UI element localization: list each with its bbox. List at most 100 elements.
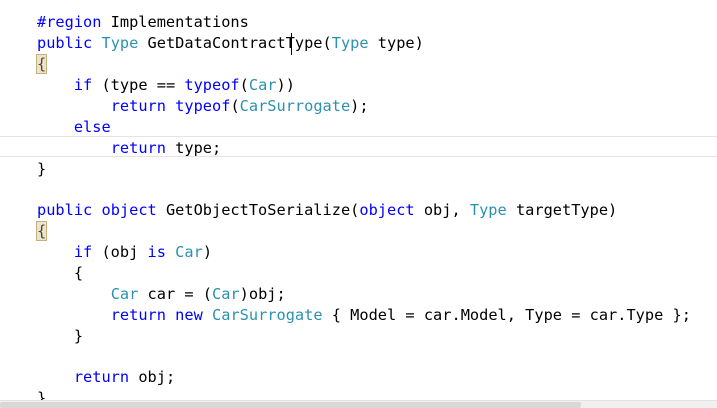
code-token: Car xyxy=(248,76,277,94)
code-line-text: return new CarSurrogate { Model = car.Mo… xyxy=(37,305,691,326)
code-line: { xyxy=(0,54,717,75)
code-token: { xyxy=(37,264,84,282)
code-token: is xyxy=(147,243,166,261)
code-line: return type; xyxy=(0,138,717,159)
code-token: )) xyxy=(276,76,295,94)
code-area[interactable]: #region Implementations public Type GetDa… xyxy=(0,0,717,400)
code-line-text: return obj; xyxy=(37,367,175,388)
code-line-text: { xyxy=(35,221,48,242)
code-token: if xyxy=(73,76,93,94)
code-token: car = ( xyxy=(138,285,213,303)
horizontal-scrollbar[interactable] xyxy=(0,400,717,408)
code-line: else xyxy=(0,117,717,138)
code-line-text: { xyxy=(35,54,48,75)
code-token: typeof xyxy=(184,76,240,94)
code-line: Car car = (Car)obj; xyxy=(0,284,717,305)
code-token: (obj xyxy=(92,243,148,261)
code-line: return obj; xyxy=(0,367,717,388)
code-line-text: #region Implementations xyxy=(37,12,249,33)
code-token: } xyxy=(37,160,47,178)
code-line-text: else xyxy=(37,117,111,138)
code-line-text: if (obj is Car) xyxy=(37,242,212,263)
code-token: obj; xyxy=(129,368,176,386)
code-line-text: return type; xyxy=(37,138,222,159)
code-token: Implementations xyxy=(101,13,249,31)
code-token: new xyxy=(175,306,203,324)
code-token: if xyxy=(73,243,93,261)
code-token: Car xyxy=(175,243,203,261)
code-token: return xyxy=(73,368,130,386)
code-line: } xyxy=(0,388,717,400)
code-line-text: return typeof(CarSurrogate); xyxy=(37,96,369,117)
code-line: { xyxy=(0,221,717,242)
code-token: Type xyxy=(469,201,507,219)
code-token: Car xyxy=(212,285,240,303)
code-line: { xyxy=(0,263,717,284)
code-line-text: public object GetObjectToSerialize(objec… xyxy=(37,200,617,221)
code-token: CarSurrogate xyxy=(239,97,351,115)
code-line-text: } xyxy=(37,326,83,347)
code-line: } xyxy=(0,159,717,180)
code-line: return typeof(CarSurrogate); xyxy=(0,96,717,117)
code-token: obj, xyxy=(414,201,470,219)
code-token: GetObjectToSerialize( xyxy=(156,201,360,219)
text-cursor xyxy=(291,33,292,55)
code-line-text: Car car = (Car)obj; xyxy=(37,284,286,305)
code-token: object xyxy=(101,201,157,219)
code-line: public Type GetDataContractType(Type typ… xyxy=(0,33,717,54)
code-token: ); xyxy=(350,97,369,115)
code-line: #region Implementations xyxy=(0,12,717,33)
code-token: return xyxy=(110,139,166,157)
code-line-text: } xyxy=(37,388,46,400)
code-line: if (obj is Car) xyxy=(0,242,717,263)
code-token: ( xyxy=(230,97,240,115)
code-token: public xyxy=(37,201,93,219)
code-token: } xyxy=(37,327,84,345)
matched-brace-highlight: { xyxy=(35,54,48,74)
code-token: return xyxy=(110,97,166,115)
code-line-text: if (type == typeof(Car)) xyxy=(37,75,295,96)
code-token: typeof xyxy=(175,97,231,115)
code-token: GetDataContractType( xyxy=(138,34,332,52)
code-line-text: { xyxy=(37,263,83,284)
code-token: targetType) xyxy=(506,201,618,219)
code-token: } xyxy=(37,389,47,400)
code-token: else xyxy=(73,118,111,136)
code-token: { Model = car.Model, Type = car.Type }; xyxy=(322,306,691,324)
code-line: public object GetObjectToSerialize(objec… xyxy=(0,200,717,221)
code-token: type; xyxy=(165,139,222,157)
code-token: return xyxy=(110,306,166,324)
code-token: CarSurrogate xyxy=(212,306,323,324)
code-token: )obj; xyxy=(239,285,286,303)
code-token: ) xyxy=(202,243,213,261)
code-token: (type == xyxy=(92,76,185,94)
code-token: type) xyxy=(368,34,424,52)
code-token: Car xyxy=(110,285,139,303)
code-token: Type xyxy=(331,34,369,52)
code-line: } xyxy=(0,326,717,347)
scrollbar-thumb[interactable] xyxy=(0,402,581,408)
code-editor[interactable]: #region Implementations public Type GetDa… xyxy=(0,0,717,408)
code-token: public xyxy=(37,34,93,52)
code-token: #region xyxy=(37,13,102,31)
code-token: ( xyxy=(239,76,249,94)
code-line: return new CarSurrogate { Model = car.Mo… xyxy=(0,305,717,326)
matched-brace-highlight: { xyxy=(35,221,48,241)
code-token: Type xyxy=(101,34,139,52)
code-line-text: } xyxy=(37,159,46,180)
code-line-text: public Type GetDataContractType(Type typ… xyxy=(37,33,424,54)
